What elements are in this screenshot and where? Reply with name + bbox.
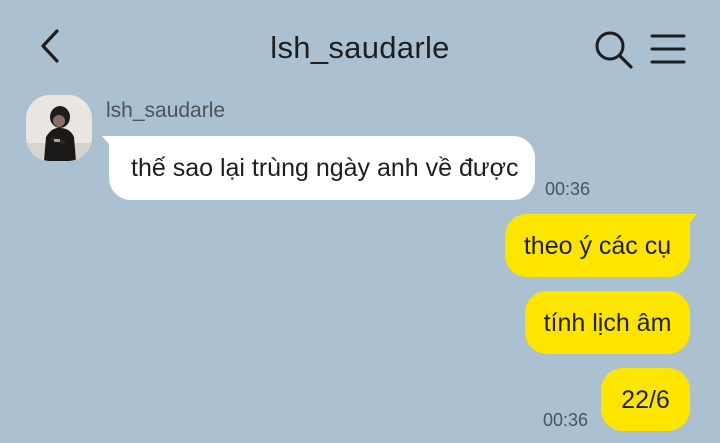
- message-timestamp: 00:36: [545, 179, 591, 199]
- avatar[interactable]: [26, 95, 92, 161]
- message-timestamp: 00:36: [543, 410, 589, 430]
- outgoing-message-bubble[interactable]: theo ý các cụ: [505, 214, 690, 277]
- incoming-message-bubble[interactable]: thế sao lại trùng ngày anh về được: [109, 136, 535, 200]
- chat-header: lsh_saudarle: [0, 0, 720, 96]
- outgoing-message-bubble[interactable]: tính lịch âm: [525, 291, 690, 354]
- person-photo-icon: [26, 95, 92, 161]
- message-text: theo ý các cụ: [523, 231, 672, 260]
- sender-name: lsh_saudarle: [106, 99, 226, 122]
- message-text: 22/6: [621, 385, 670, 414]
- outgoing-message-bubble[interactable]: 22/6: [601, 368, 690, 431]
- hamburger-menu-icon[interactable]: [646, 27, 690, 71]
- search-icon[interactable]: [591, 27, 635, 71]
- message-text: thế sao lại trùng ngày anh về được: [131, 154, 519, 182]
- message-text: tính lịch âm: [543, 308, 672, 337]
